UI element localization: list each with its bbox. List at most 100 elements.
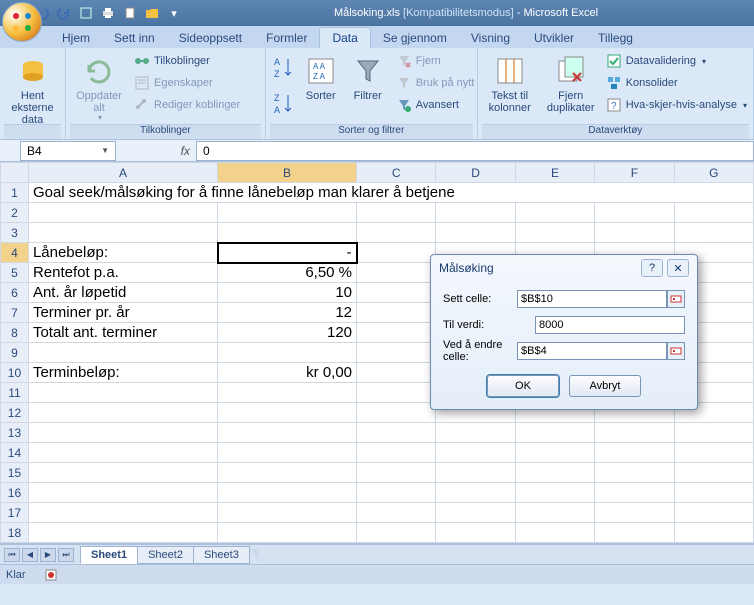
sort-az-button[interactable]: AZ xyxy=(270,50,296,86)
cell-D17[interactable] xyxy=(436,503,515,523)
qat-icon-4[interactable] xyxy=(78,5,94,21)
row-header-14[interactable]: 14 xyxy=(1,443,29,463)
cancel-button[interactable]: Avbryt xyxy=(569,375,641,397)
col-header-E[interactable]: E xyxy=(515,163,594,183)
cell-B13[interactable] xyxy=(218,423,357,443)
cell-G15[interactable] xyxy=(674,463,753,483)
cell-G17[interactable] xyxy=(674,503,753,523)
edit-links-button[interactable]: Rediger koblinger xyxy=(132,94,242,116)
row-header-13[interactable]: 13 xyxy=(1,423,29,443)
cell-E16[interactable] xyxy=(515,483,594,503)
new-sheet-icon[interactable] xyxy=(251,549,259,561)
consolidate-button[interactable]: Konsolider xyxy=(604,72,749,94)
sheet-tab-sheet1[interactable]: Sheet1 xyxy=(80,546,138,564)
cell-C5[interactable] xyxy=(357,263,436,283)
fx-icon[interactable]: fx xyxy=(181,144,190,158)
cell-C18[interactable] xyxy=(357,523,436,543)
cell-F16[interactable] xyxy=(595,483,674,503)
qat-open-icon[interactable] xyxy=(144,5,160,21)
sheet-nav-next-icon[interactable]: ▶ xyxy=(40,548,56,562)
cell-C12[interactable] xyxy=(357,403,436,423)
cell-A5[interactable]: Rentefot p.a. xyxy=(28,263,217,283)
cell-B12[interactable] xyxy=(218,403,357,423)
cell-C11[interactable] xyxy=(357,383,436,403)
cell-C2[interactable] xyxy=(357,203,436,223)
row-header-15[interactable]: 15 xyxy=(1,463,29,483)
macro-record-icon[interactable] xyxy=(44,568,58,582)
get-external-data-button[interactable]: Hent eksterne data▾ xyxy=(4,50,61,122)
properties-button[interactable]: Egenskaper xyxy=(132,72,242,94)
sheet-nav-last-icon[interactable]: ⏭ xyxy=(58,548,74,562)
cell-C17[interactable] xyxy=(357,503,436,523)
dialog-titlebar[interactable]: Målsøking ? ✕ xyxy=(431,255,697,281)
row-header-4[interactable]: 4 xyxy=(1,243,29,263)
remove-duplicates-button[interactable]: Fjern duplikater xyxy=(542,50,600,122)
to-value-input[interactable] xyxy=(535,316,685,334)
cell-B6[interactable]: 10 xyxy=(218,283,357,303)
col-header-G[interactable]: G xyxy=(674,163,753,183)
row-header-3[interactable]: 3 xyxy=(1,223,29,243)
cell-B9[interactable] xyxy=(218,343,357,363)
cell-C14[interactable] xyxy=(357,443,436,463)
cell-A15[interactable] xyxy=(28,463,217,483)
qat-new-icon[interactable] xyxy=(122,5,138,21)
clear-filter-button[interactable]: Fjern xyxy=(394,50,477,72)
data-validation-button[interactable]: Datavalidering▾ xyxy=(604,50,749,72)
qat-dropdown-icon[interactable]: ▾ xyxy=(166,5,182,21)
cell-F15[interactable] xyxy=(595,463,674,483)
redo-icon[interactable] xyxy=(56,5,72,21)
cell-A6[interactable]: Ant. år løpetid xyxy=(28,283,217,303)
cell-A4[interactable]: Lånebeløp: xyxy=(28,243,217,263)
cell-B18[interactable] xyxy=(218,523,357,543)
cell-E17[interactable] xyxy=(515,503,594,523)
ribbon-tab-se-gjennom[interactable]: Se gjennom xyxy=(371,28,459,48)
dialog-help-icon[interactable]: ? xyxy=(641,259,663,277)
ribbon-tab-data[interactable]: Data xyxy=(319,27,370,48)
cell-E18[interactable] xyxy=(515,523,594,543)
cell-F14[interactable] xyxy=(595,443,674,463)
reapply-button[interactable]: Bruk på nytt xyxy=(394,72,477,94)
cell-D3[interactable] xyxy=(436,223,515,243)
cell-A11[interactable] xyxy=(28,383,217,403)
cell-C6[interactable] xyxy=(357,283,436,303)
advanced-button[interactable]: Avansert xyxy=(394,94,477,116)
cell-G3[interactable] xyxy=(674,223,753,243)
cell-B11[interactable] xyxy=(218,383,357,403)
formula-input[interactable]: 0 xyxy=(196,141,754,161)
sheet-nav-first-icon[interactable]: ⏮ xyxy=(4,548,20,562)
cell-B5[interactable]: 6,50 % xyxy=(218,263,357,283)
row-header-5[interactable]: 5 xyxy=(1,263,29,283)
cell-G16[interactable] xyxy=(674,483,753,503)
office-button[interactable] xyxy=(2,2,42,42)
namebox-dropdown-icon[interactable]: ▼ xyxy=(101,146,109,155)
cell-A7[interactable]: Terminer pr. år xyxy=(28,303,217,323)
cell-F3[interactable] xyxy=(595,223,674,243)
cell-D16[interactable] xyxy=(436,483,515,503)
sheet-tab-sheet2[interactable]: Sheet2 xyxy=(137,546,194,564)
row-header-1[interactable]: 1 xyxy=(1,183,29,203)
row-header-6[interactable]: 6 xyxy=(1,283,29,303)
cell-B15[interactable] xyxy=(218,463,357,483)
cell-B14[interactable] xyxy=(218,443,357,463)
cell-C15[interactable] xyxy=(357,463,436,483)
cell-D13[interactable] xyxy=(436,423,515,443)
cell-A9[interactable] xyxy=(28,343,217,363)
cell-A12[interactable] xyxy=(28,403,217,423)
ribbon-tab-sideoppsett[interactable]: Sideoppsett xyxy=(167,28,254,48)
cell-A3[interactable] xyxy=(28,223,217,243)
ribbon-tab-sett-inn[interactable]: Sett inn xyxy=(102,28,167,48)
sort-button[interactable]: A AZ A Sorter xyxy=(300,50,342,122)
cell-E3[interactable] xyxy=(515,223,594,243)
row-header-18[interactable]: 18 xyxy=(1,523,29,543)
col-header-C[interactable]: C xyxy=(357,163,436,183)
cell-B17[interactable] xyxy=(218,503,357,523)
cell-C10[interactable] xyxy=(357,363,436,383)
cell-F17[interactable] xyxy=(595,503,674,523)
col-header-D[interactable]: D xyxy=(436,163,515,183)
sheet-nav-prev-icon[interactable]: ◀ xyxy=(22,548,38,562)
dialog-close-icon[interactable]: ✕ xyxy=(667,259,689,277)
set-cell-refpicker-icon[interactable] xyxy=(667,290,685,308)
row-header-9[interactable]: 9 xyxy=(1,343,29,363)
row-header-8[interactable]: 8 xyxy=(1,323,29,343)
ribbon-tab-tillegg[interactable]: Tillegg xyxy=(586,28,645,48)
